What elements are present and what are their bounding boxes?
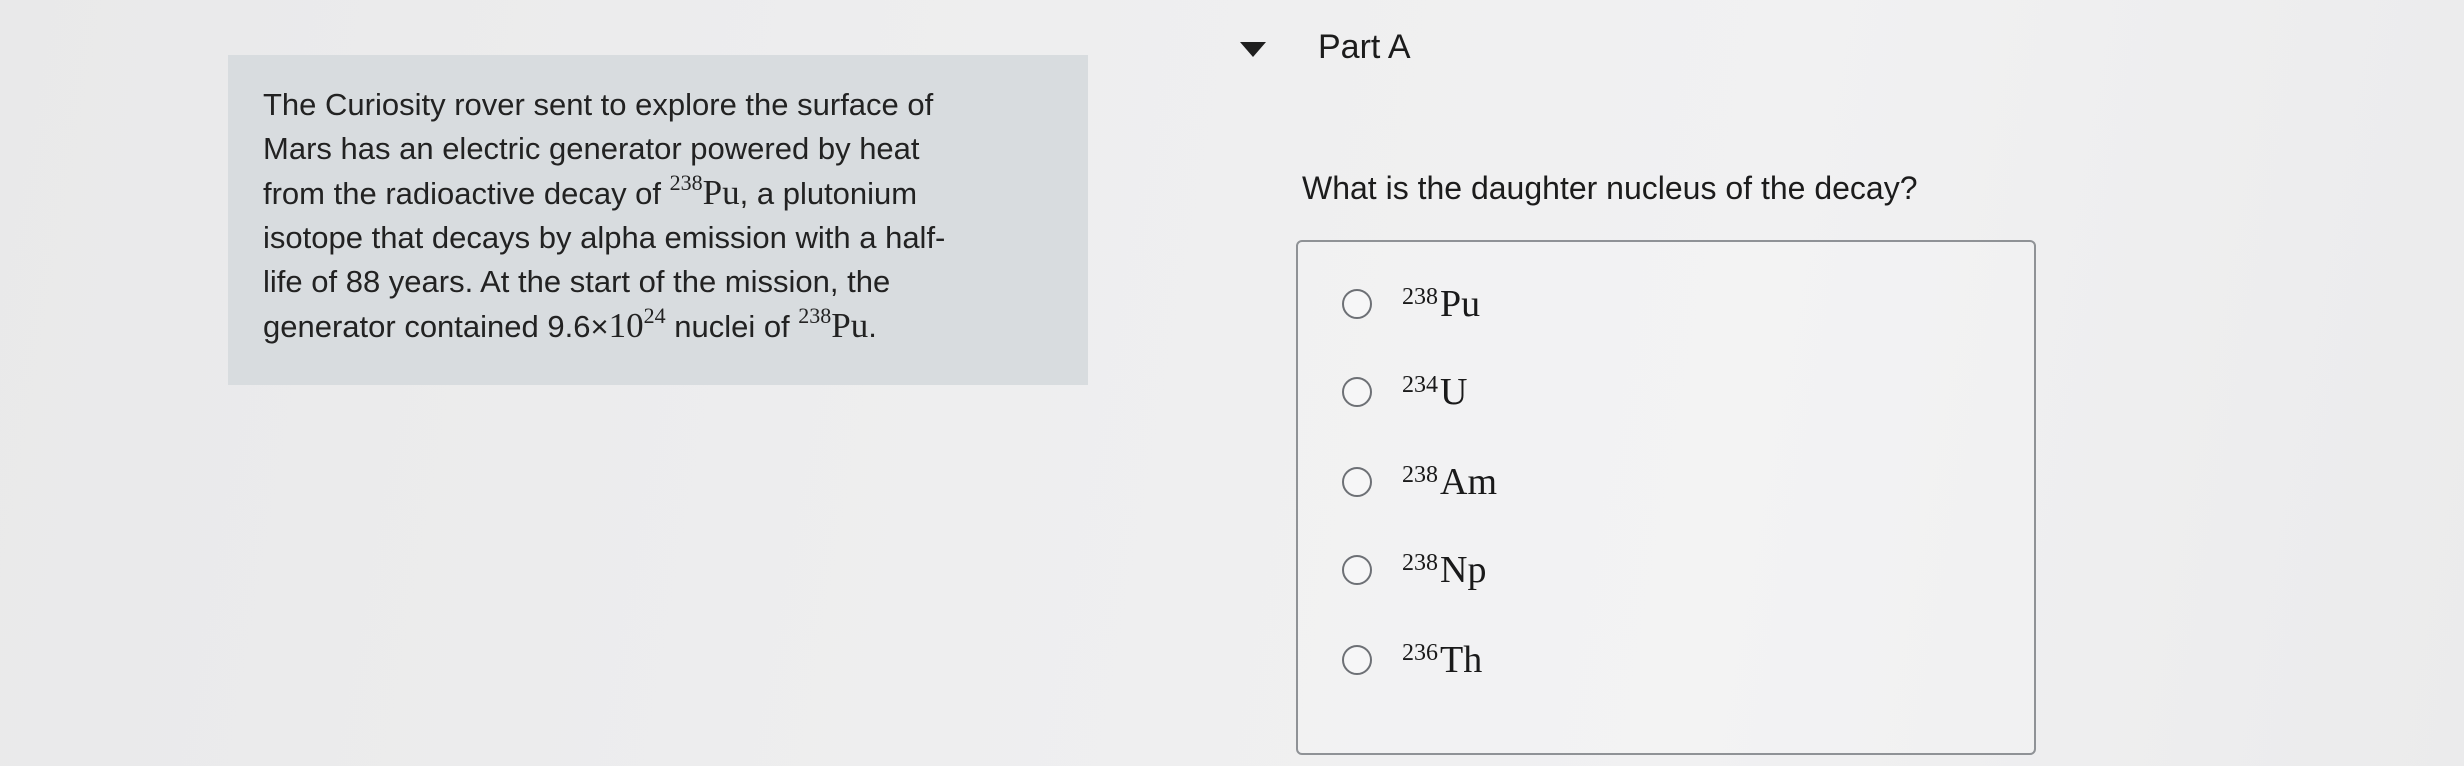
radio-button[interactable]	[1342, 555, 1372, 585]
problem-line-3-post: , a plutonium	[739, 176, 918, 211]
problem-line-6-pre: generator contained	[263, 309, 548, 344]
option-element-symbol: Pu	[1440, 283, 1481, 325]
answer-option[interactable]: 236 Th	[1342, 638, 1482, 682]
problem-statement-text: The Curiosity rover sent to explore the …	[263, 83, 1043, 349]
option-label: 234 U	[1402, 370, 1467, 414]
part-a-header[interactable]: Part A	[1240, 22, 1411, 72]
problem-line-6-mid: nuclei of	[665, 309, 799, 344]
answer-option[interactable]: 238 Am	[1342, 460, 1497, 504]
problem-line-6-end: .	[868, 309, 877, 344]
option-element-symbol: U	[1440, 371, 1468, 413]
isotope-symbol: Pu	[831, 306, 869, 345]
answer-choices-box: 238 Pu 234 U 238 Am 238 Np 236 Th	[1296, 240, 2036, 755]
option-element-symbol: Th	[1440, 639, 1483, 681]
answer-option[interactable]: 238 Pu	[1342, 282, 1480, 326]
option-label: 238 Np	[1402, 548, 1486, 592]
problem-line-5: life of 88 years. At the start of the mi…	[263, 264, 891, 299]
nuclei-count-coefficient: 9.6	[547, 309, 591, 344]
option-mass-number: 238	[1402, 462, 1438, 488]
option-label: 238 Am	[1402, 460, 1497, 504]
caret-down-icon[interactable]	[1240, 41, 1266, 57]
option-mass-number: 238	[1402, 284, 1438, 310]
option-element-symbol: Np	[1440, 549, 1487, 591]
radio-button[interactable]	[1342, 645, 1372, 675]
isotope-symbol: Pu	[702, 173, 740, 212]
radio-button[interactable]	[1342, 377, 1372, 407]
option-element-symbol: Am	[1440, 461, 1497, 503]
problem-line-4: isotope that decays by alpha emission wi…	[263, 220, 946, 255]
radio-button[interactable]	[1342, 289, 1372, 319]
question-text: What is the daughter nucleus of the deca…	[1302, 170, 1918, 206]
nuclei-count-exponent: 24	[643, 303, 666, 328]
option-mass-number: 234	[1402, 372, 1438, 398]
times-sign: ×	[590, 309, 609, 344]
radio-button[interactable]	[1342, 467, 1372, 497]
option-label: 238 Pu	[1402, 282, 1480, 326]
answer-option[interactable]: 234 U	[1342, 370, 1467, 414]
problem-line-3-pre: from the radioactive decay of	[263, 176, 670, 211]
problem-line-1: The Curiosity rover sent to explore the …	[263, 87, 934, 122]
isotope-mass-number: 238	[669, 170, 703, 195]
option-mass-number: 236	[1402, 640, 1438, 666]
option-label: 236 Th	[1402, 638, 1482, 682]
isotope-mass-number: 238	[798, 303, 832, 328]
problem-statement-panel: The Curiosity rover sent to explore the …	[228, 55, 1088, 385]
answer-option[interactable]: 238 Np	[1342, 548, 1486, 592]
part-title: Part A	[1318, 27, 1411, 66]
option-mass-number: 238	[1402, 550, 1438, 576]
problem-line-2: Mars has an electric generator powered b…	[263, 131, 920, 166]
nuclei-count-base: 10	[608, 306, 644, 345]
